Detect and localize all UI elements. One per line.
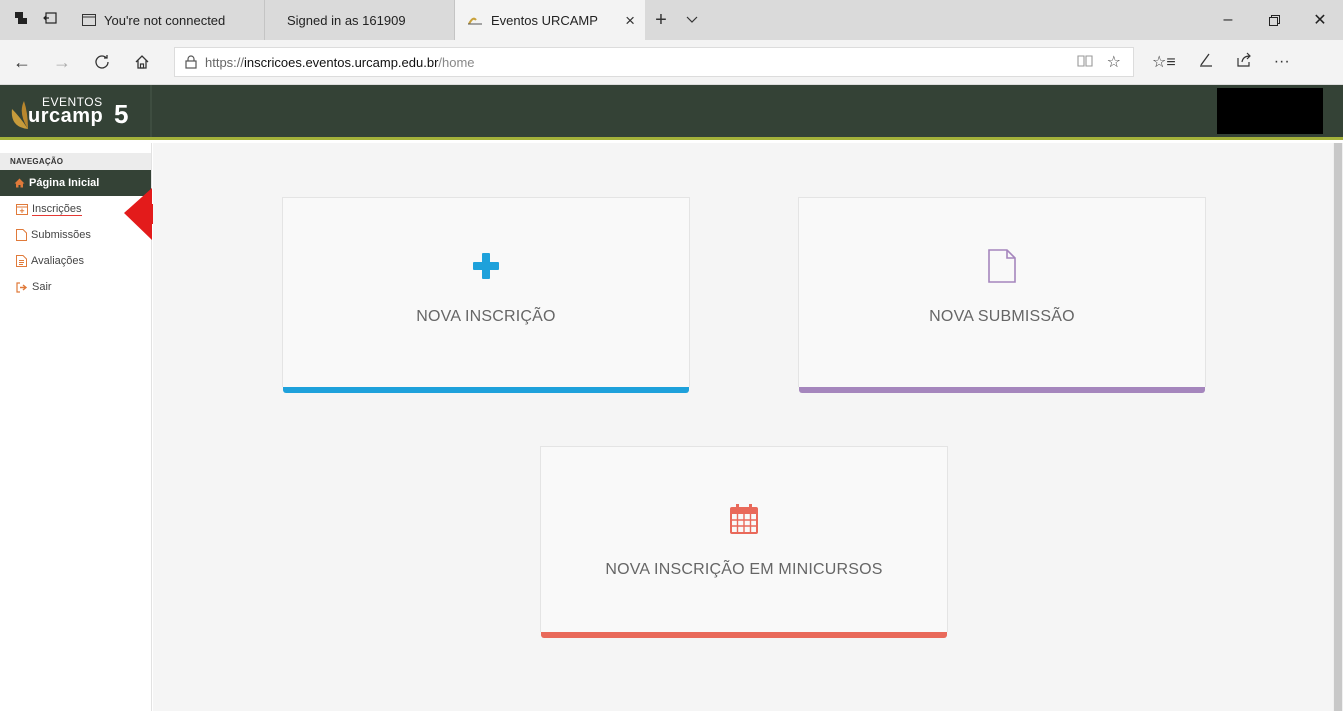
- restore-icon[interactable]: [1251, 0, 1297, 40]
- more-options-icon[interactable]: ···: [1274, 53, 1290, 71]
- url-path: /home: [438, 54, 475, 70]
- card-accent-bar: [799, 387, 1205, 393]
- tabs-aside-icon[interactable]: [42, 11, 57, 30]
- tab-title: Signed in as 161909: [287, 12, 406, 28]
- sidebar-item-label: Inscrições: [32, 202, 82, 216]
- url-actions: ☆: [1077, 52, 1133, 72]
- card-title: NOVA SUBMISSÃO: [929, 308, 1075, 325]
- address-bar: ← → https://inscricoes.eventos.urcamp.ed…: [0, 40, 1343, 85]
- file-icon: [988, 246, 1016, 286]
- favorite-star-icon[interactable]: ☆: [1107, 52, 1121, 72]
- tab-stack-icon[interactable]: [14, 11, 28, 30]
- sign-out-icon: [16, 281, 28, 293]
- page-icon: [82, 14, 96, 26]
- tab-system-buttons: [0, 0, 70, 40]
- card-accent-bar: [283, 387, 689, 393]
- nova-submissao-card[interactable]: NOVA SUBMISSÃO: [798, 197, 1206, 393]
- reading-view-icon[interactable]: [1077, 54, 1093, 71]
- nova-inscricao-card[interactable]: NOVA INSCRIÇÃO: [282, 197, 690, 393]
- share-icon[interactable]: [1236, 52, 1252, 73]
- minimize-icon[interactable]: –: [1205, 0, 1251, 40]
- logo-urcamp-text: urcamp: [28, 105, 104, 127]
- sidebar-item-label: Avaliações: [31, 255, 84, 267]
- calendar-icon: [16, 203, 28, 215]
- document-icon: [16, 255, 27, 267]
- sidebar-item-label: Página Inicial: [29, 177, 100, 189]
- home-icon[interactable]: [124, 47, 160, 77]
- main-content: NOVA INSCRIÇÃO NOVA SUBMISSÃO NOVA INSCR…: [153, 143, 1333, 711]
- sidebar-item-label: Sair: [32, 281, 52, 293]
- page-scrollbar[interactable]: [1333, 143, 1343, 711]
- tab-eventos-urcamp[interactable]: Eventos URCAMP ×: [455, 0, 645, 40]
- browser-tab-bar: You're not connected Signed in as 161909…: [0, 0, 1343, 40]
- tab-signed-in[interactable]: Signed in as 161909: [265, 0, 455, 40]
- site-header: EVENTOS urcamp 5: [0, 85, 1343, 140]
- card-accent-bar: [541, 632, 947, 638]
- file-icon: [16, 229, 27, 241]
- url-input[interactable]: https://inscricoes.eventos.urcamp.edu.br…: [174, 47, 1134, 77]
- close-tab-icon[interactable]: ×: [625, 11, 635, 31]
- plus-icon: [473, 246, 499, 286]
- nav-heading: NAVEGAÇÃO: [0, 153, 151, 170]
- tab-title: Eventos URCAMP: [491, 12, 598, 28]
- calendar-icon: [730, 499, 758, 539]
- user-menu[interactable]: [1217, 88, 1323, 134]
- refresh-icon[interactable]: [84, 47, 120, 77]
- urcamp-favicon-icon: [467, 14, 483, 26]
- home-icon: [14, 178, 25, 188]
- browser-tools: ☆≡ ···: [1152, 52, 1290, 73]
- new-tab-icon[interactable]: +: [645, 0, 677, 40]
- leaf-logo-icon: [11, 101, 28, 129]
- favorites-list-icon[interactable]: ☆≡: [1152, 52, 1176, 72]
- chevron-down-icon[interactable]: [677, 0, 707, 40]
- sidebar-item-sair[interactable]: Sair: [0, 274, 151, 300]
- forward-icon[interactable]: →: [44, 47, 80, 77]
- sidebar-item-avaliacoes[interactable]: Avaliações: [0, 248, 151, 274]
- tab-title: You're not connected: [104, 12, 226, 28]
- lock-icon[interactable]: [185, 55, 197, 69]
- urcamp-logo[interactable]: EVENTOS urcamp 5: [8, 91, 148, 135]
- pen-icon[interactable]: [1198, 52, 1214, 73]
- sidebar-item-label: Submissões: [31, 229, 91, 241]
- close-window-icon[interactable]: ✕: [1297, 0, 1343, 40]
- tab-not-connected[interactable]: You're not connected: [70, 0, 265, 40]
- card-title: NOVA INSCRIÇÃO EM MINICURSOS: [605, 561, 883, 578]
- window-controls: – ✕: [1205, 0, 1343, 40]
- logo-number: 5: [114, 99, 129, 129]
- scrollbar-thumb[interactable]: [1334, 143, 1342, 711]
- back-icon[interactable]: ←: [4, 47, 40, 77]
- url-protocol: https://: [205, 54, 245, 70]
- nova-inscricao-minicursos-card[interactable]: NOVA INSCRIÇÃO EM MINICURSOS: [540, 446, 948, 638]
- url-host: inscricoes.eventos.urcamp.edu.br: [244, 54, 439, 70]
- card-title: NOVA INSCRIÇÃO: [416, 308, 556, 325]
- header-divider: [150, 85, 152, 137]
